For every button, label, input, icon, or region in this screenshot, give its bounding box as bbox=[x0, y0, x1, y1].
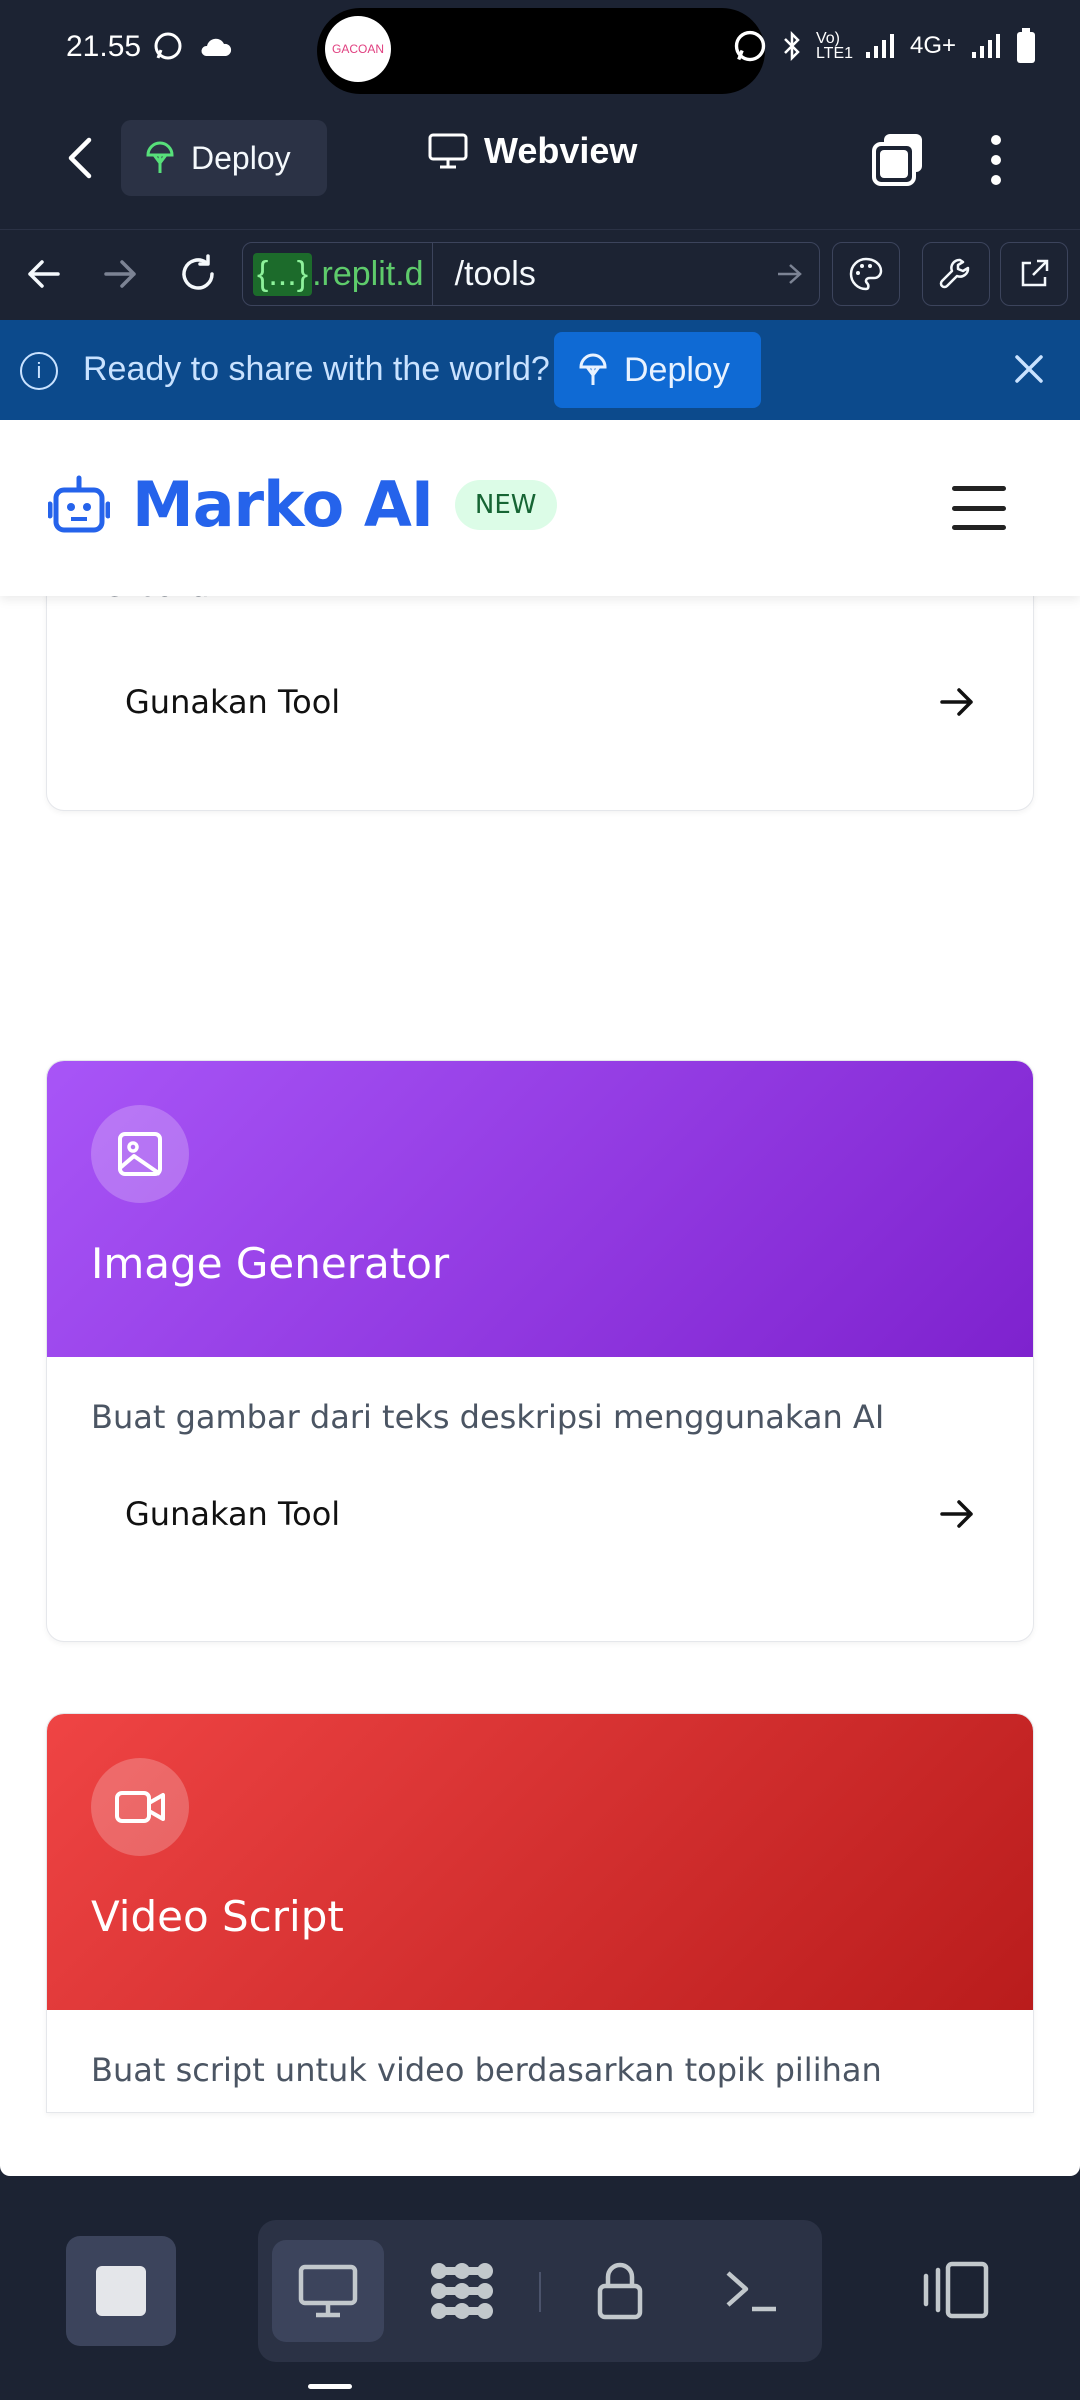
status-time: 21.55 bbox=[66, 30, 142, 63]
card-title: Image Generator bbox=[91, 1239, 450, 1288]
devtools-button[interactable] bbox=[922, 242, 990, 306]
lock-icon bbox=[597, 2262, 643, 2320]
image-icon bbox=[118, 1132, 162, 1176]
home-indicator bbox=[308, 2384, 352, 2389]
external-link-icon bbox=[1021, 259, 1049, 287]
pane-title[interactable]: Webview bbox=[428, 130, 637, 172]
tool-dock bbox=[258, 2220, 822, 2362]
replit-header: Deploy Webview bbox=[0, 100, 1080, 230]
use-tool-button[interactable]: Gunakan Tool bbox=[91, 662, 991, 742]
close-banner-button[interactable] bbox=[1012, 352, 1046, 390]
grid-blob-icon bbox=[431, 2263, 493, 2319]
arrow-right-icon bbox=[940, 1500, 973, 1528]
card-header: Video Script bbox=[47, 1714, 1033, 2010]
tool-card-image-generator: Image Generator Buat gambar dari teks de… bbox=[46, 1060, 1034, 1642]
signal-icon bbox=[865, 34, 894, 58]
arrow-right-icon bbox=[104, 260, 136, 288]
dock-divider bbox=[539, 2272, 541, 2312]
secrets-tool-button[interactable] bbox=[564, 2240, 676, 2342]
use-tool-label: Gunakan Tool bbox=[125, 1495, 341, 1533]
tool-card-video-script: Video Script Buat script untuk video ber… bbox=[46, 1713, 1034, 2113]
deploy-icon bbox=[579, 353, 607, 385]
arrow-right-icon bbox=[778, 264, 802, 284]
status-bar: 21.55 GACOAN Vo) LTE1 4G+ bbox=[0, 0, 1080, 100]
reload-icon bbox=[182, 254, 214, 290]
whatsapp-icon bbox=[154, 32, 182, 60]
open-new-tab-button[interactable] bbox=[1000, 242, 1068, 306]
pane-title-label: Webview bbox=[484, 130, 638, 171]
palette-icon bbox=[849, 257, 883, 291]
more-options-button[interactable] bbox=[966, 128, 1026, 192]
info-icon: i bbox=[20, 352, 58, 390]
browser-back-button[interactable] bbox=[16, 246, 72, 302]
card-description: Buat gambar dari teks deskripsi mengguna… bbox=[91, 1398, 885, 1436]
signal-icon bbox=[972, 34, 1000, 58]
use-tool-label: Gunakan Tool bbox=[125, 683, 341, 721]
banner-message: Ready to share with the world? bbox=[83, 350, 550, 388]
network-type: 4G+ bbox=[909, 32, 956, 59]
theme-button[interactable] bbox=[832, 242, 900, 306]
deploy-icon bbox=[146, 141, 174, 173]
whatsapp-icon bbox=[734, 30, 766, 62]
card-icon-wrap bbox=[91, 1105, 189, 1203]
volte-label: Vo) LTE1 bbox=[815, 30, 854, 62]
url-field[interactable]: {...} .replit.d /tools bbox=[242, 242, 820, 306]
back-button[interactable] bbox=[50, 128, 110, 188]
live-activity-avatar: GACOAN bbox=[325, 16, 391, 82]
tabs-icon bbox=[872, 134, 922, 186]
card-title: Video Script bbox=[91, 1892, 344, 1941]
card-icon-wrap bbox=[91, 1758, 189, 1856]
battery-icon bbox=[1017, 28, 1035, 63]
banner-deploy-button[interactable]: Deploy bbox=[554, 332, 761, 408]
reload-button[interactable] bbox=[170, 246, 226, 302]
stop-icon bbox=[96, 2266, 146, 2316]
shell-tool-button[interactable] bbox=[696, 2240, 808, 2342]
panels-icon bbox=[923, 2261, 989, 2319]
deploy-label: Deploy bbox=[191, 139, 291, 176]
notification-icons bbox=[152, 30, 232, 62]
monitor-icon bbox=[428, 133, 468, 169]
workspace-tool-button[interactable] bbox=[406, 2240, 518, 2342]
video-icon bbox=[115, 1791, 165, 1823]
system-status-icons: Vo) LTE1 4G+ bbox=[732, 28, 1036, 64]
go-button[interactable] bbox=[759, 262, 819, 286]
menu-button[interactable] bbox=[952, 486, 1006, 530]
cloud-icon bbox=[201, 38, 232, 56]
url-path[interactable]: /tools bbox=[433, 255, 759, 294]
wrench-icon bbox=[939, 258, 970, 289]
bluetooth-icon bbox=[784, 31, 800, 61]
arrow-left-icon bbox=[28, 260, 60, 288]
panels-button[interactable] bbox=[922, 2260, 990, 2324]
card-description: Buat script untuk video berdasarkan topi… bbox=[91, 2051, 882, 2089]
replit-bottom-bar bbox=[0, 2176, 1080, 2400]
card-header: Image Generator bbox=[47, 1061, 1033, 1357]
new-badge: NEW bbox=[454, 479, 557, 530]
url-host: {...} .replit.d bbox=[243, 243, 433, 305]
terminal-icon bbox=[726, 2271, 776, 2312]
chevron-left-icon bbox=[68, 137, 92, 179]
browser-forward-button[interactable] bbox=[92, 246, 148, 302]
robot-icon bbox=[48, 475, 110, 532]
close-icon bbox=[1015, 355, 1043, 383]
webview-content: Marko AI NEW Buat artikel berkualitas ti… bbox=[0, 420, 1080, 2176]
site-navbar: Marko AI NEW bbox=[0, 420, 1080, 596]
stop-button[interactable] bbox=[66, 2236, 176, 2346]
tabs-button[interactable] bbox=[870, 132, 926, 188]
monitor-icon bbox=[298, 2264, 358, 2318]
banner-deploy-label: Deploy bbox=[624, 350, 730, 389]
webview-tool-button[interactable] bbox=[272, 2240, 384, 2342]
deploy-banner: i Ready to share with the world? Deploy bbox=[0, 320, 1080, 420]
brand-name: Marko AI bbox=[132, 468, 434, 541]
deploy-button[interactable]: Deploy bbox=[121, 120, 327, 196]
arrow-right-icon bbox=[940, 688, 973, 716]
use-tool-button[interactable]: Gunakan Tool bbox=[91, 1474, 991, 1554]
webview-toolbar: {...} .replit.d /tools bbox=[0, 230, 1080, 320]
brand[interactable]: Marko AI NEW bbox=[48, 468, 557, 541]
